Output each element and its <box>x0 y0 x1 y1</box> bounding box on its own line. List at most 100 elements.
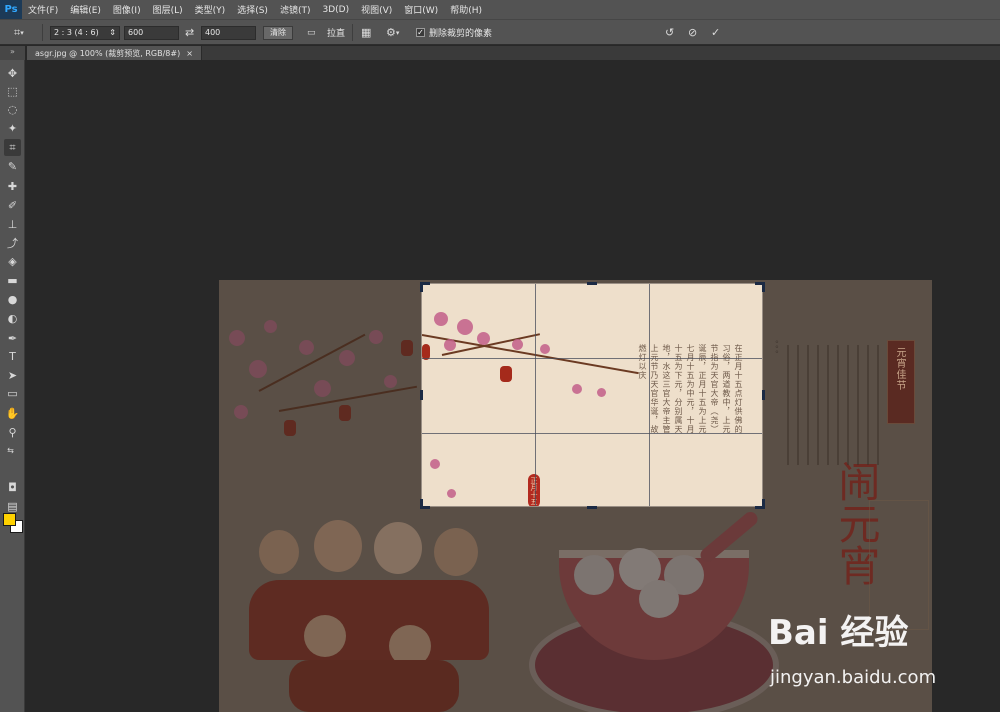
document-tab[interactable]: asgr.jpg @ 100% (裁剪预览, RGB/8#) × <box>27 46 202 60</box>
crop-handle-bottom-left[interactable] <box>420 499 423 509</box>
title-seal: 元宵佳节 <box>887 340 915 424</box>
commit-check-icon[interactable]: ✓ <box>711 25 720 40</box>
lantern <box>339 405 351 421</box>
dodge-tool-icon[interactable]: ◐ <box>4 310 21 327</box>
baidu-logo: Bai 经验 <box>768 613 909 653</box>
toolbar-grip[interactable]: » <box>0 46 25 60</box>
healing-brush-tool-icon[interactable]: ✚ <box>4 178 21 195</box>
plum-blossom <box>597 388 606 397</box>
foreground-color-swatch[interactable] <box>3 513 16 526</box>
lasso-tool-icon[interactable]: ◌ <box>4 101 21 118</box>
clear-button[interactable]: 清除 <box>263 25 293 40</box>
spinner-icon: ⇕ <box>109 27 116 37</box>
type-tool-icon[interactable]: T <box>4 348 21 365</box>
default-colors-icon[interactable]: ⇆ <box>2 442 19 459</box>
divider <box>42 24 43 41</box>
eraser-tool-icon[interactable]: ◈ <box>4 253 21 270</box>
blur-tool-icon[interactable]: ● <box>4 291 21 308</box>
crop-grid-line <box>422 358 762 359</box>
poem-text-dim: 。。。 <box>770 340 779 359</box>
delete-cropped-checkbox[interactable]: ✓ <box>416 28 425 37</box>
crop-handle-top-left[interactable] <box>420 282 423 292</box>
reset-icon[interactable]: ↺ <box>665 25 674 40</box>
plum-blossom <box>540 344 550 354</box>
tangyuan <box>574 555 614 595</box>
photoshop-logo: Ps <box>0 0 22 19</box>
swap-icon[interactable]: ⇄ <box>185 25 194 40</box>
crop-tool-icon[interactable]: ⌗ <box>4 139 21 156</box>
menu-3d[interactable]: 3D(D) <box>316 5 355 15</box>
document-tab-title: asgr.jpg @ 100% (裁剪预览, RGB/8#) <box>35 48 181 58</box>
pen-tool-icon[interactable]: ✒ <box>4 330 21 347</box>
brush-tool-icon[interactable]: ✐ <box>4 197 21 214</box>
menu-file[interactable]: 文件(F) <box>22 3 64 16</box>
shape-tool-icon[interactable]: ▭ <box>4 385 21 402</box>
delete-cropped-label: 删除裁剪的像素 <box>429 29 493 39</box>
crop-handle-bottom-right[interactable] <box>762 499 765 509</box>
crop-grid-line <box>535 284 536 506</box>
plum-blossom <box>430 459 440 469</box>
menu-edit[interactable]: 编辑(E) <box>64 3 107 16</box>
menu-layer[interactable]: 图层(L) <box>147 3 189 16</box>
crop-grid-line <box>422 433 762 434</box>
plum-blossom <box>384 375 397 388</box>
crop-tool-preset-icon[interactable]: ⌗ ▾ <box>14 25 24 40</box>
plum-blossom <box>434 312 448 326</box>
menu-filter[interactable]: 滤镜(T) <box>274 3 317 16</box>
zoom-tool-icon[interactable]: ⚲ <box>4 424 21 441</box>
plum-blossom <box>299 340 314 355</box>
menu-type[interactable]: 类型(Y) <box>189 3 232 16</box>
plum-blossom <box>234 405 248 419</box>
path-selection-tool-icon[interactable]: ➤ <box>4 367 21 384</box>
options-bar: ⌗ ▾ 2 : 3 (4 : 6) ⇕ 600 ⇄ 400 清除 ▭ 拉直 ▦ ⚙… <box>0 19 1000 45</box>
baidu-jingyan-watermark: Bai 经验 jingyan.baidu.com <box>768 605 1000 712</box>
crop-handle-top[interactable] <box>587 282 597 285</box>
magic-wand-tool-icon[interactable]: ✦ <box>4 120 21 137</box>
plum-blossom <box>339 350 355 366</box>
width-field[interactable]: 600 <box>124 25 179 40</box>
straighten-label[interactable]: 拉直 <box>327 25 345 40</box>
hand-tool-icon[interactable]: ✋ <box>4 405 21 422</box>
family-illustration <box>249 520 489 712</box>
height-field[interactable]: 400 <box>201 25 256 40</box>
straighten-icon[interactable]: ▭ <box>307 25 316 40</box>
lantern <box>401 340 413 356</box>
close-tab-icon[interactable]: × <box>186 49 193 58</box>
plum-blossom <box>229 330 245 346</box>
overlay-grid-icon[interactable]: ▦ <box>361 25 371 40</box>
crop-handle-right[interactable] <box>762 390 765 400</box>
plum-blossom <box>447 489 456 498</box>
gear-icon[interactable]: ⚙ ▾ <box>386 25 399 40</box>
ratio-select[interactable]: 2 : 3 (4 : 6) ⇕ <box>50 25 120 40</box>
eyedropper-tool-icon[interactable]: ✎ <box>4 158 21 175</box>
gradient-tool-icon[interactable]: ▬ <box>4 272 21 289</box>
big-char: 闹 <box>832 460 881 502</box>
plum-blossom <box>512 339 523 350</box>
crop-handle-left[interactable] <box>420 390 423 400</box>
menu-select[interactable]: 选择(S) <box>231 3 274 16</box>
menu-help[interactable]: 帮助(H) <box>444 3 488 16</box>
plum-blossom <box>477 332 490 345</box>
crop-selection[interactable]: 正月十五 在正月十五点灯供佛的 习俗，两道教中，上元 节指为天官大帝（尧） 诞辰… <box>421 283 763 507</box>
crop-handle-bottom[interactable] <box>587 506 597 509</box>
plum-blossom <box>314 380 331 397</box>
menu-window[interactable]: 窗口(W) <box>398 3 444 16</box>
ratio-value: 2 : 3 (4 : 6) <box>54 27 99 37</box>
menu-bar: Ps 文件(F) 编辑(E) 图像(I) 图层(L) 类型(Y) 选择(S) 滤… <box>0 0 1000 19</box>
divider <box>352 24 353 41</box>
poem-column: 燃灯以庆 <box>638 344 647 380</box>
stamp-tool-icon[interactable]: ⊥ <box>4 216 21 233</box>
plum-blossom <box>572 384 582 394</box>
menu-image[interactable]: 图像(I) <box>107 3 147 16</box>
cancel-icon[interactable]: ⊘ <box>688 25 697 40</box>
marquee-tool-icon[interactable]: ⬚ <box>4 83 21 100</box>
plum-blossom <box>444 339 456 351</box>
quick-mask-icon[interactable]: ◘ <box>4 479 21 496</box>
history-brush-tool-icon[interactable]: ⤴ <box>4 235 21 252</box>
plum-blossom <box>249 360 267 378</box>
menu-view[interactable]: 视图(V) <box>355 3 398 16</box>
tangyuan <box>639 580 679 618</box>
toolbox: ✥ ⬚ ◌ ✦ ⌗ ✎ ✚ ✐ ⊥ ⤴ ◈ ▬ ● ◐ ✒ T ➤ ▭ ✋ ⚲ … <box>0 60 25 712</box>
crop-handle-top-right[interactable] <box>762 282 765 292</box>
move-tool-icon[interactable]: ✥ <box>4 65 21 82</box>
